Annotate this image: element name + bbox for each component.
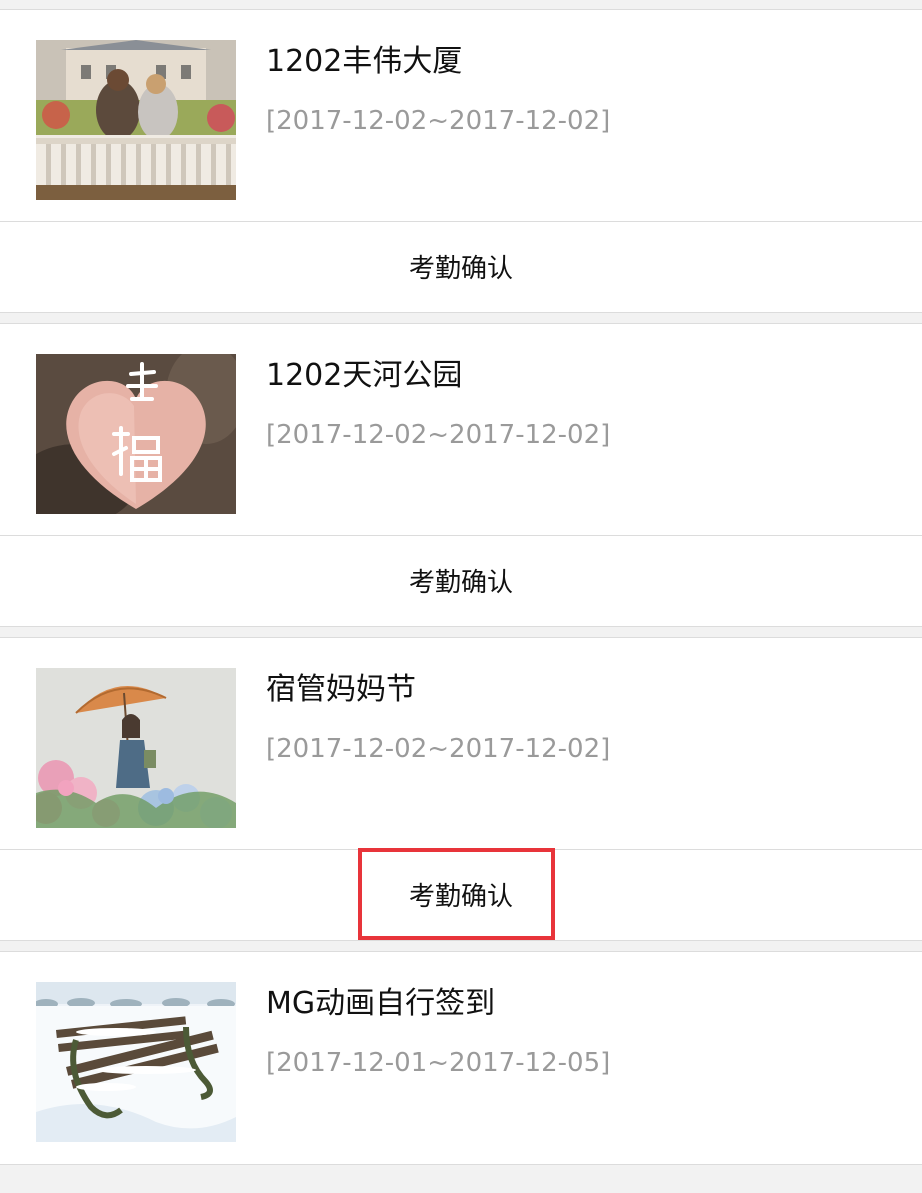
activity-date-range: [2017-12-01~2017-12-05]	[266, 1048, 611, 1078]
attendance-confirm-button[interactable]: 考勤确认	[0, 222, 922, 311]
activity-card-body[interactable]: MG动画自行签到 [2017-12-01~2017-12-05]	[0, 952, 922, 1163]
activity-title: 1202丰伟大厦	[266, 44, 463, 79]
activity-card-body[interactable]: 1202丰伟大厦 [2017-12-02~2017-12-02]	[0, 10, 922, 221]
girl-with-umbrella-image	[36, 668, 236, 828]
activity-title: 1202天河公园	[266, 358, 463, 393]
activity-date-range: [2017-12-02~2017-12-02]	[266, 106, 611, 136]
activity-card-body[interactable]: 宿管妈妈节 [2017-12-02~2017-12-02]	[0, 638, 922, 849]
attendance-confirm-button[interactable]: 考勤确认	[0, 536, 922, 625]
activity-title: 宿管妈妈节	[266, 672, 416, 707]
snowy-bench-image	[36, 982, 236, 1142]
activity-date-range: [2017-12-02~2017-12-02]	[266, 734, 611, 764]
attendance-confirm-button[interactable]: 考勤确认	[0, 850, 922, 939]
activity-card-body[interactable]: 1202天河公园 [2017-12-02~2017-12-02]	[0, 324, 922, 535]
activity-list: 1202丰伟大厦 [2017-12-02~2017-12-02] 考勤确认 12…	[0, 0, 922, 1193]
activity-card: 1202丰伟大厦 [2017-12-02~2017-12-02] 考勤确认	[0, 9, 922, 313]
activity-card: 1202天河公园 [2017-12-02~2017-12-02] 考勤确认	[0, 323, 922, 627]
activity-card: MG动画自行签到 [2017-12-01~2017-12-05]	[0, 951, 922, 1165]
activity-date-range: [2017-12-02~2017-12-02]	[266, 420, 611, 450]
activity-card: 宿管妈妈节 [2017-12-02~2017-12-02] 考勤确认	[0, 637, 922, 941]
heart-stone-image	[36, 354, 236, 514]
activity-title: MG动画自行签到	[266, 986, 496, 1021]
couple-on-bench-image	[36, 40, 236, 200]
